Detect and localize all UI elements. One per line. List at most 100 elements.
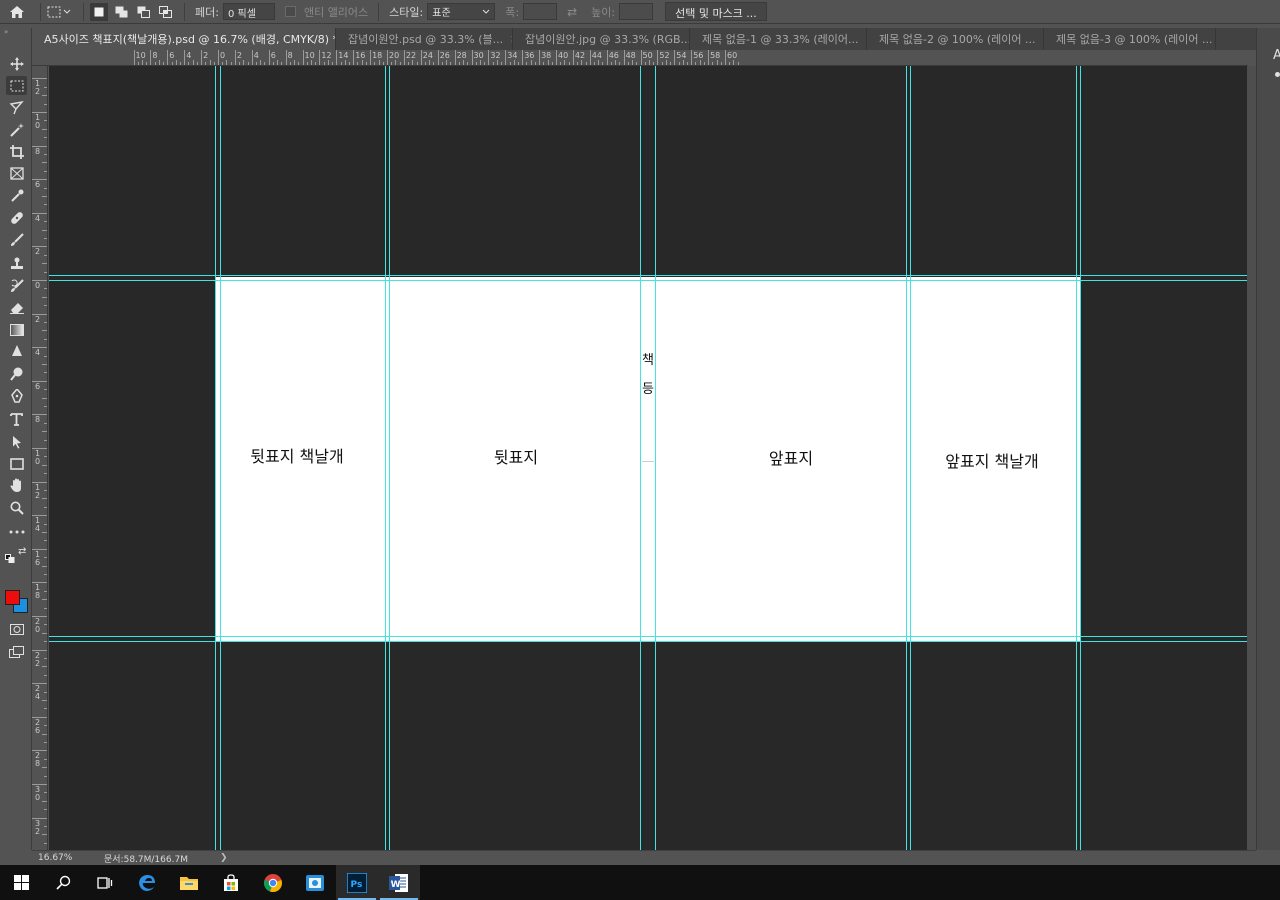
magic-wand-tool[interactable] [6,120,27,139]
edge-button[interactable] [126,865,168,900]
marquee-tool[interactable] [6,76,27,95]
guide-vertical[interactable] [910,66,911,850]
ruler-left-minor-tick [44,473,47,475]
ruler-top-minor-tick [137,62,139,65]
pen-tool[interactable] [6,386,27,405]
default-colors-icon[interactable] [5,548,15,567]
lasso-tool[interactable] [6,98,27,117]
guide-vertical[interactable] [220,66,221,850]
ruler-top-minor-tick [429,60,431,65]
feather-input[interactable]: 0 픽셀 [222,3,275,20]
path-selection-tool[interactable] [6,432,27,451]
status-menu-arrow[interactable]: ❯ [220,853,228,863]
guide-horizontal[interactable] [49,636,1247,637]
ruler-left-minor-tick [44,725,47,727]
tab-untitled-1[interactable]: 제목 없음-1 @ 33.3% (레이어... × [690,28,867,50]
tool-preset-picker[interactable] [47,3,77,21]
quick-mask-button[interactable] [6,620,27,639]
app-blue-button[interactable] [294,865,336,900]
word-button[interactable]: W [378,865,420,900]
guide-vertical[interactable] [640,66,641,850]
ruler-top-minor-tick [357,62,359,65]
ruler-top-minor-tick [239,62,241,65]
guide-vertical[interactable] [1076,66,1077,850]
tab-a5-cover[interactable]: A5사이즈 책표지(책날개용).psd @ 16.7% (배경, CMYK/8)… [32,28,336,50]
file-explorer-button[interactable] [168,865,210,900]
swap-colors-icon[interactable]: ⇄ [18,546,26,557]
style-select[interactable]: 표준 [427,3,496,20]
ruler-left-minor-tick [42,733,47,735]
ruler-top-minor-tick [378,60,380,65]
antialias-checkbox[interactable] [284,6,296,17]
ruler-top-minor-tick [146,62,148,65]
start-button[interactable] [0,865,42,900]
task-view-button[interactable] [84,865,126,900]
tab-untitled-3[interactable]: 제목 없음-3 @ 100% (레이어 ... × [1044,28,1216,50]
guide-horizontal[interactable] [49,275,1247,276]
guide-vertical[interactable] [215,66,216,850]
guide-vertical[interactable] [385,66,386,850]
add-selection-button[interactable] [112,3,130,21]
subtract-selection-button[interactable] [134,3,152,21]
horizontal-ruler[interactable]: 10 8 6 4 2 0 2 4 6 8 10 12 14 16 18 20 22 24 26 28 30 32 34 36 3… [32,50,1248,66]
vertical-scrollbar[interactable] [1247,66,1256,850]
dodge-tool[interactable] [6,364,27,383]
ruler-left-tick [32,683,47,685]
ruler-top-tick [218,50,219,65]
clone-stamp-tool[interactable] [6,254,27,273]
ruler-top-minor-tick [399,62,401,65]
crop-tool[interactable] [6,142,27,161]
ruler-left-minor-tick [42,666,47,668]
tab-untitled-2[interactable]: 제목 없음-2 @ 100% (레이어 ... × [867,28,1044,50]
guide-horizontal[interactable] [49,641,1247,642]
frame-tool[interactable] [6,164,27,183]
eyedropper-tool[interactable] [6,186,27,205]
gradient-icon [9,323,24,336]
panel-letter[interactable]: A [1273,48,1280,63]
collapse-toggle[interactable]: » [0,28,31,36]
guide-vertical[interactable] [906,66,907,850]
swap-dimensions-icon[interactable]: ⇄ [567,5,577,19]
guide-vertical[interactable] [655,66,656,850]
select-and-mask-button[interactable]: 선택 및 마스크 ... [665,2,767,21]
taskbar-search-button[interactable] [42,865,84,900]
chrome-button[interactable] [252,865,294,900]
ruler-left-minor-tick [42,128,47,130]
photoshop-button[interactable]: Ps [336,865,378,900]
vertical-ruler[interactable]: 12 10 8 6 4 2 0 2 4 6 8 10 12 14 16 18 20 22 24 26 28 30 32 [32,66,48,850]
tab-japnyeom-psd[interactable]: 잡념이원안.psd @ 33.3% (블... × [336,28,513,50]
eraser-tool[interactable] [6,298,27,317]
intersect-selection-button[interactable] [156,3,174,21]
type-tool[interactable] [6,410,27,429]
guide-vertical[interactable] [389,66,390,850]
zoom-tool[interactable] [6,498,27,517]
ruler-left-tick [32,649,47,651]
new-selection-button[interactable] [90,2,108,21]
healing-brush-tool[interactable] [6,208,27,227]
hand-tool[interactable] [6,476,27,495]
ruler-top-minor-tick [158,60,160,65]
home-button[interactable] [0,0,34,24]
width-input[interactable] [523,3,558,20]
guide-vertical[interactable] [1080,66,1081,850]
height-input[interactable] [619,3,654,20]
clone-stamp-icon [10,257,23,269]
tab-japnyeom-jpg[interactable]: 잡념이원안.jpg @ 33.3% (RGB... × [513,28,690,50]
ruler-left-tick [32,582,47,584]
move-tool[interactable] [6,54,27,73]
gradient-tool[interactable] [6,320,27,339]
pen-icon [10,388,23,403]
ruler-left-minor-tick [44,775,47,777]
more-tools-button[interactable] [6,522,27,541]
zoom-level[interactable]: 16.67% [32,853,104,863]
history-brush-tool[interactable] [6,276,27,295]
canvas-area[interactable]: 뒷표지 책날개 뒷표지 책 등 앞표지 앞표지 책날개 [49,66,1247,850]
store-button[interactable] [210,865,252,900]
brush-tool[interactable] [6,230,27,249]
blur-tool[interactable] [6,342,27,361]
ruler-top-minor-tick [670,62,672,65]
rectangle-tool[interactable] [6,454,27,473]
foreground-color-swatch[interactable] [5,590,20,605]
screen-mode-button[interactable] [6,642,27,661]
guide-horizontal[interactable] [49,280,1247,281]
